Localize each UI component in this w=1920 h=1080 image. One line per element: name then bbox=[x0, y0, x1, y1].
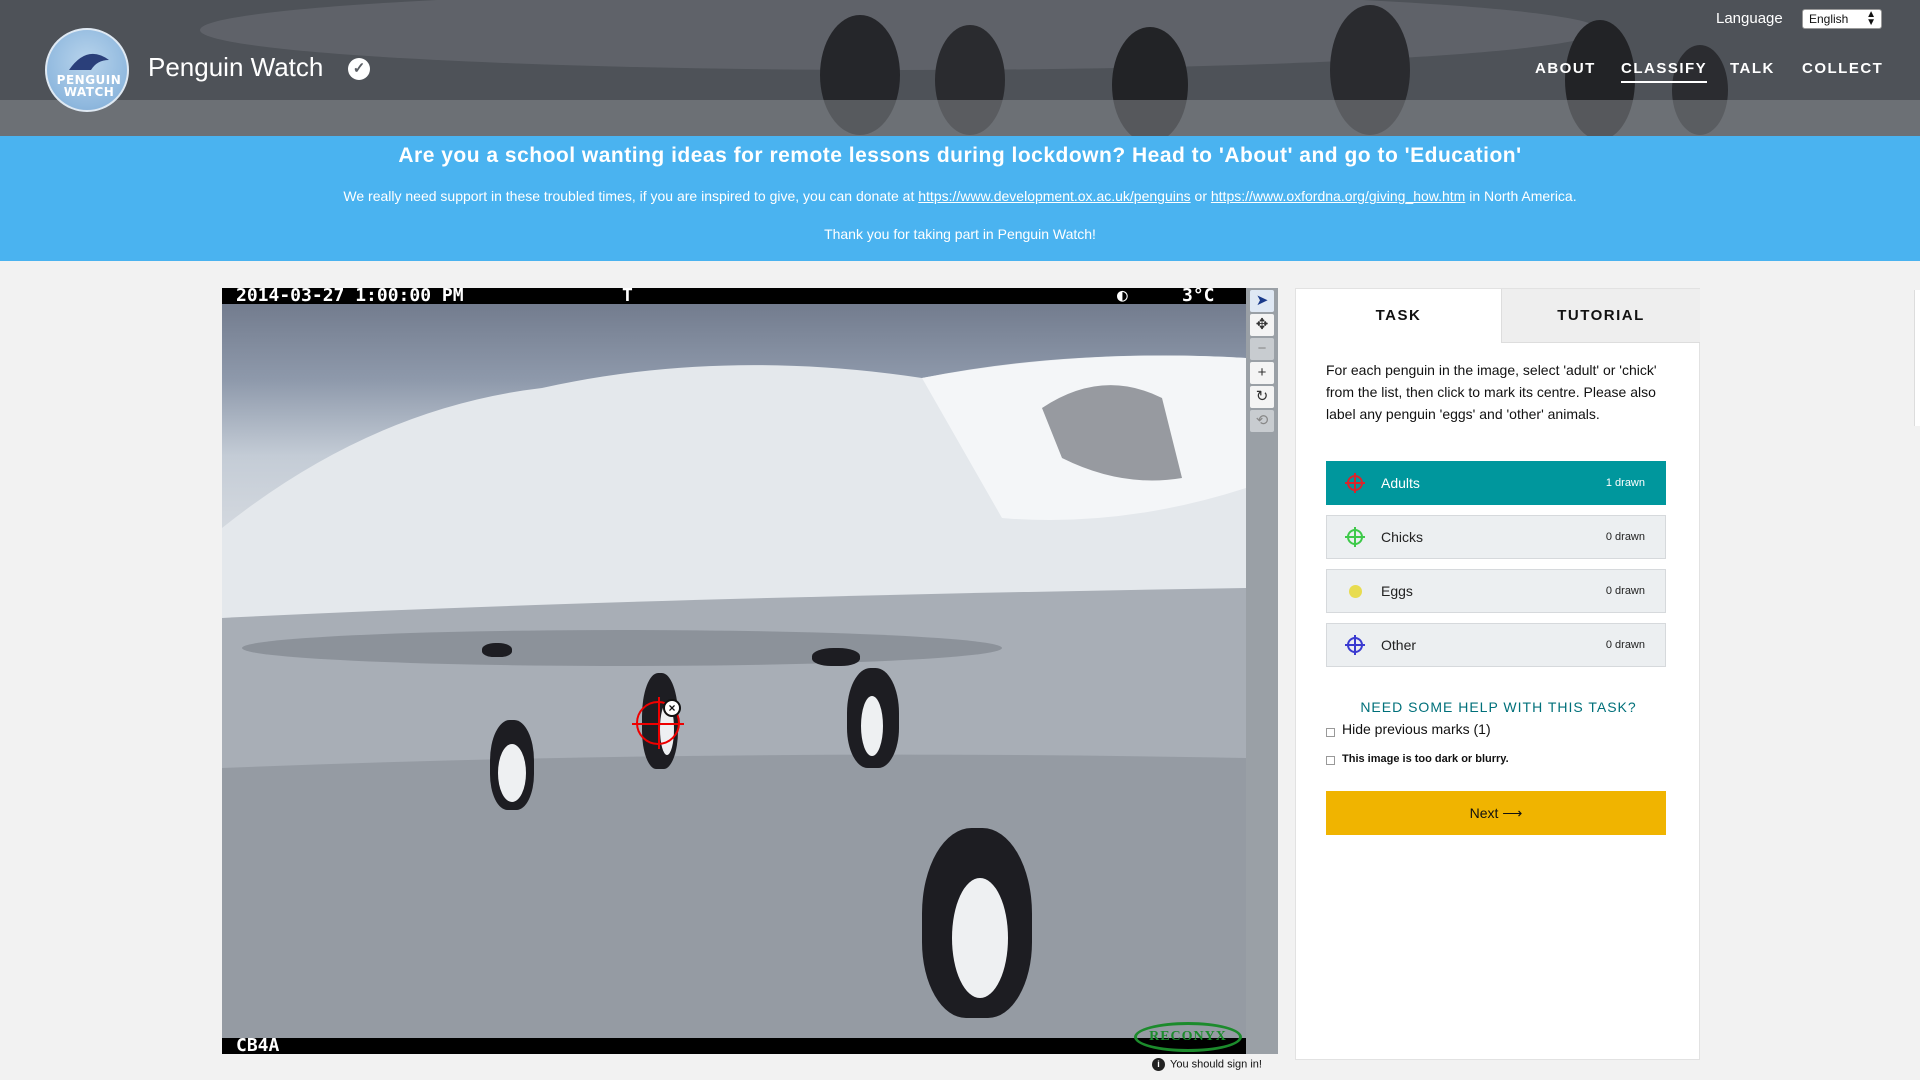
next-button[interactable]: Next ⟶ bbox=[1326, 791, 1666, 835]
donate-link-north-america[interactable]: https://www.oxfordna.org/giving_how.htm bbox=[1211, 188, 1465, 204]
too-dark-checkbox[interactable]: This image is too dark or blurry. bbox=[1326, 753, 1509, 765]
penguin bbox=[490, 720, 534, 810]
camera-id-bar: CB4A bbox=[222, 1035, 1246, 1055]
tool-count: 0 drawn bbox=[1605, 585, 1645, 597]
nav-classify[interactable]: CLASSIFY bbox=[1621, 60, 1708, 83]
camera-id: CB4A bbox=[236, 1035, 280, 1055]
penguin bbox=[922, 828, 1032, 1018]
penguin bbox=[812, 648, 860, 666]
delete-mark-icon[interactable]: × bbox=[663, 699, 681, 717]
task-instructions: For each penguin in the image, select 'a… bbox=[1326, 362, 1657, 422]
info-icon: i bbox=[1152, 1058, 1165, 1071]
banner-thanks: Thank you for taking part in Penguin Wat… bbox=[824, 226, 1096, 242]
adult-crosshair-icon bbox=[1345, 473, 1365, 493]
penguin bbox=[847, 668, 899, 768]
donate-prefix: We really need support in these troubled… bbox=[343, 188, 915, 204]
project-logo[interactable]: PENGUIN WATCH bbox=[45, 28, 129, 112]
tool-label: Eggs bbox=[1381, 583, 1413, 599]
tool-option-eggs[interactable]: Eggs 0 drawn bbox=[1326, 569, 1666, 613]
donate-suffix: in North America. bbox=[1469, 188, 1577, 204]
tool-label: Chicks bbox=[1381, 529, 1424, 545]
tab-tutorial[interactable]: TUTORIAL bbox=[1501, 289, 1700, 343]
logo-text-line-2: WATCH bbox=[63, 85, 115, 99]
nav-collect[interactable]: COLLECT bbox=[1802, 60, 1883, 77]
tab-task[interactable]: TASK bbox=[1296, 289, 1501, 343]
pointer-icon[interactable]: ➤ bbox=[1250, 290, 1274, 312]
hide-marks-label: Hide previous marks (1) bbox=[1342, 721, 1491, 737]
hide-marks-checkbox[interactable]: Hide previous marks (1) bbox=[1326, 721, 1491, 737]
language-select[interactable]: English ▲ ▼ bbox=[1802, 9, 1882, 29]
select-arrows-icon: ▲ ▼ bbox=[1866, 9, 1876, 28]
zoom-in-icon[interactable]: + bbox=[1250, 362, 1274, 384]
moon-phase-icon: ◐ bbox=[1117, 288, 1128, 306]
tool-option-adults[interactable]: Adults 1 drawn bbox=[1326, 461, 1666, 505]
tool-label: Adults bbox=[1381, 475, 1420, 491]
move-icon[interactable]: ✥ bbox=[1250, 314, 1274, 336]
nav-about[interactable]: ABOUT bbox=[1535, 60, 1596, 77]
penguin bbox=[482, 643, 512, 657]
chick-crosshair-icon bbox=[1345, 527, 1365, 547]
project-title[interactable]: Penguin Watch bbox=[148, 52, 323, 83]
language-label: Language bbox=[1716, 10, 1783, 27]
penguin-logo-icon bbox=[69, 53, 109, 70]
camera-temperature: 3°C bbox=[1182, 288, 1215, 306]
snow-landscape-image bbox=[222, 355, 1246, 1054]
donate-or: or bbox=[1194, 188, 1207, 204]
donate-link-oxford[interactable]: https://www.development.ox.ac.uk/penguin… bbox=[918, 188, 1190, 204]
announcement-banner: Are you a school wanting ideas for remot… bbox=[0, 136, 1920, 261]
banner-title: Are you a school wanting ideas for remot… bbox=[398, 144, 1522, 167]
checkbox-box[interactable] bbox=[1326, 728, 1335, 737]
rotate-icon[interactable]: ↻ bbox=[1250, 386, 1274, 408]
other-crosshair-icon bbox=[1345, 635, 1365, 655]
checkbox-box[interactable] bbox=[1326, 756, 1335, 765]
tool-option-chicks[interactable]: Chicks 0 drawn bbox=[1326, 515, 1666, 559]
tool-count: 1 drawn bbox=[1605, 477, 1645, 489]
tool-label: Other bbox=[1381, 637, 1417, 653]
task-panel: TASK TUTORIAL For each penguin in the im… bbox=[1295, 288, 1700, 1060]
side-scroll-edge bbox=[1914, 290, 1920, 426]
verified-check-icon: ✓ bbox=[348, 58, 370, 80]
tool-count: 0 drawn bbox=[1605, 639, 1645, 651]
egg-dot-icon bbox=[1349, 585, 1362, 598]
tool-count: 0 drawn bbox=[1605, 531, 1645, 543]
site-header: PENGUIN WATCH Penguin Watch ✓ Language E… bbox=[0, 0, 1920, 136]
subject-image-viewer[interactable]: 2014-03-27 1:00:00 PM T ◐ 3°C × CB4A REC… bbox=[222, 288, 1246, 1054]
camera-info-bar: 2014-03-27 1:00:00 PM T ◐ 3°C bbox=[222, 288, 1246, 306]
language-select-value: English bbox=[1809, 12, 1849, 26]
signin-hint-text: You should sign in! bbox=[1170, 1058, 1262, 1071]
help-link[interactable]: NEED SOME HELP WITH THIS TASK? bbox=[1326, 699, 1671, 715]
camera-datetime: 2014-03-27 1:00:00 PM bbox=[236, 288, 464, 306]
signin-hint: i You should sign in! bbox=[1152, 1058, 1262, 1071]
viewer-toolbar: ➤ ✥ − + ↻ ⟲ bbox=[1246, 288, 1278, 1054]
nav-talk[interactable]: TALK bbox=[1730, 60, 1775, 77]
donate-line: We really need support in these troubled… bbox=[0, 188, 1920, 204]
reset-icon[interactable]: ⟲ bbox=[1250, 410, 1274, 432]
camera-t-indicator: T bbox=[622, 288, 633, 306]
zoom-out-icon[interactable]: − bbox=[1250, 338, 1274, 360]
tool-option-other[interactable]: Other 0 drawn bbox=[1326, 623, 1666, 667]
reconyx-watermark: RECONYX bbox=[1134, 1022, 1242, 1052]
too-dark-label: This image is too dark or blurry. bbox=[1342, 753, 1509, 765]
